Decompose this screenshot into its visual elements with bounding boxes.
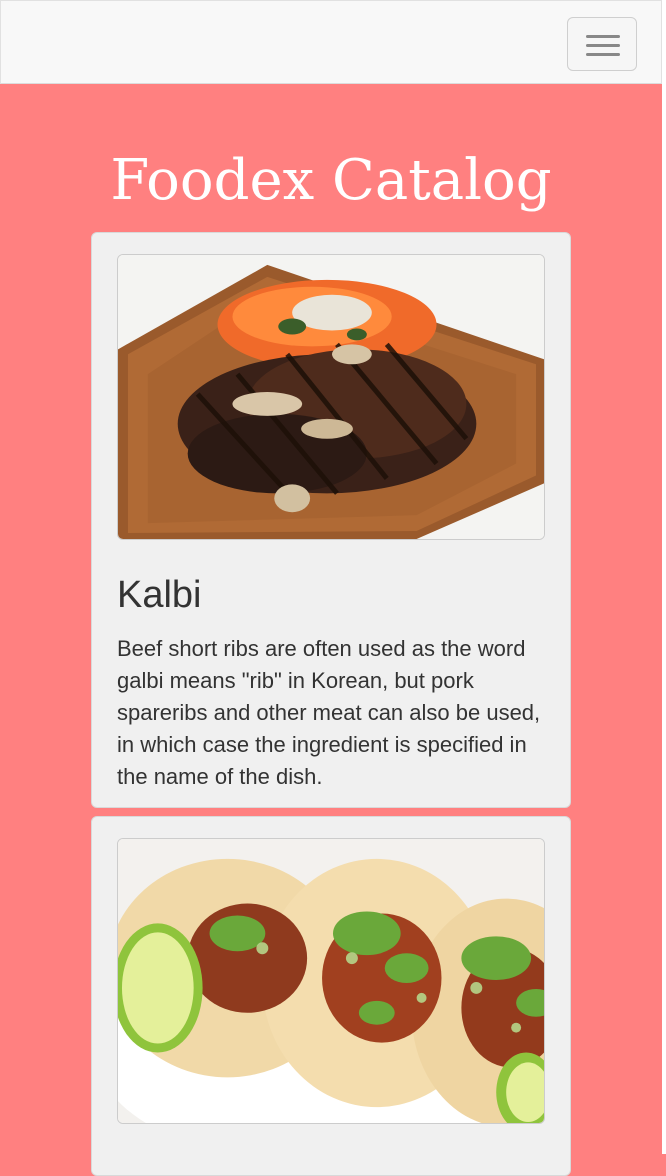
navbar-toggle-button[interactable]: [567, 17, 637, 71]
food-card: Kalbi Beef short ribs are often used as …: [91, 232, 571, 808]
food-image-tacos[interactable]: [117, 838, 545, 1124]
hamburger-menu-icon: [586, 44, 620, 47]
food-image-kalbi[interactable]: [117, 254, 545, 540]
tacos-photo: [118, 839, 544, 1123]
food-name: Kalbi: [117, 574, 202, 616]
navbar: [0, 0, 662, 84]
page-title: Foodex Catalog: [110, 148, 552, 213]
hamburger-menu-icon: [586, 53, 620, 56]
food-description: Beef short ribs are often used as the wo…: [117, 636, 541, 789]
food-card: [91, 816, 571, 1176]
page-edge: [662, 0, 666, 1154]
hamburger-menu-icon: [586, 35, 620, 38]
kalbi-photo: [118, 255, 544, 539]
